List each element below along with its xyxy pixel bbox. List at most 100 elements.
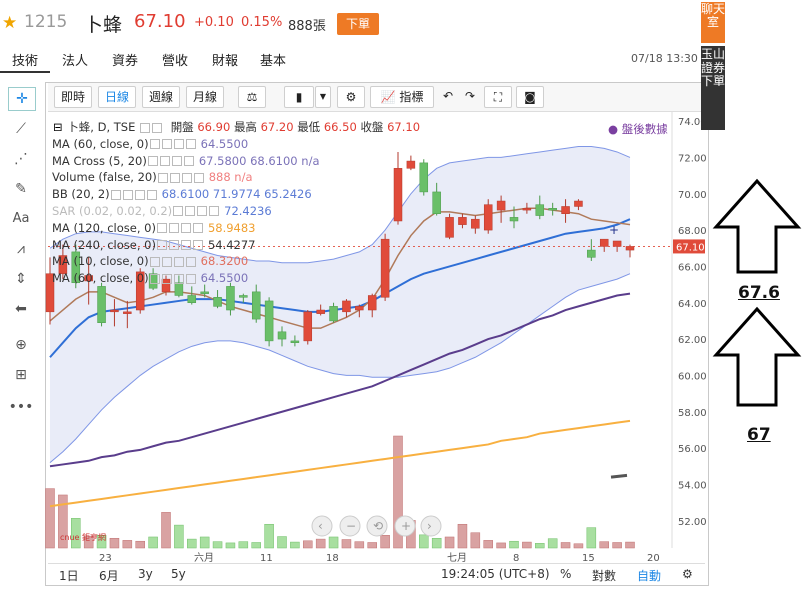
indicator-option-icon[interactable] bbox=[173, 206, 184, 217]
high-label: 最高 bbox=[233, 120, 257, 134]
indicator-option-icon[interactable] bbox=[197, 206, 208, 217]
candle-body bbox=[187, 295, 197, 304]
candle-body bbox=[509, 217, 519, 222]
volume-bar bbox=[174, 524, 184, 549]
range-6m-button[interactable]: 6月 bbox=[99, 567, 119, 584]
indicator-option-icon[interactable] bbox=[185, 206, 196, 217]
candle-body bbox=[432, 191, 441, 214]
indicator-option-icon[interactable] bbox=[209, 206, 220, 217]
range-1d-button[interactable]: 1日 bbox=[59, 567, 79, 584]
indicator-option-icon[interactable] bbox=[146, 189, 157, 200]
indicator-option-icon[interactable] bbox=[171, 156, 182, 167]
volume-bar bbox=[367, 542, 377, 549]
candle-body bbox=[226, 286, 235, 311]
indicator-option-icon[interactable] bbox=[149, 139, 160, 150]
candle-body bbox=[123, 311, 132, 314]
candle-body bbox=[329, 306, 338, 322]
volume-bar bbox=[419, 534, 429, 549]
candle-body bbox=[522, 208, 532, 211]
indicator-option-icon[interactable] bbox=[173, 273, 184, 284]
indicator-option-icon[interactable] bbox=[169, 172, 180, 183]
ma-longest-line bbox=[49, 419, 631, 508]
indicator-option-icon[interactable] bbox=[183, 156, 194, 167]
legend-settings-icon[interactable] bbox=[152, 122, 163, 133]
indicator-option-icon[interactable] bbox=[161, 273, 172, 284]
y-tick-label: 52.00 bbox=[678, 517, 707, 528]
volume-bar bbox=[431, 537, 442, 549]
legend-indicator-row: MA (240, close, 0) 54.4277 bbox=[52, 237, 420, 254]
volume-bar bbox=[212, 541, 223, 549]
volume-bar bbox=[535, 543, 545, 549]
volume-bar bbox=[354, 541, 365, 549]
indicator-option-icon[interactable] bbox=[180, 223, 191, 234]
candle-body bbox=[277, 331, 287, 340]
scroll-right-icon-glyph: › bbox=[427, 519, 432, 533]
candle-body bbox=[561, 206, 570, 214]
percent-scale-button[interactable]: % bbox=[560, 567, 571, 581]
legend-indicator-row: BB (20, 2) 68.6100 71.9774 65.2426 bbox=[52, 186, 420, 203]
indicator-option-icon[interactable] bbox=[193, 172, 204, 183]
range-5y-button[interactable]: 5y bbox=[171, 567, 186, 581]
legend-eye-icon[interactable] bbox=[140, 122, 151, 133]
open-value: 66.90 bbox=[197, 120, 231, 134]
zoom-in-icon-glyph: + bbox=[401, 519, 411, 533]
indicator-option-icon[interactable] bbox=[110, 189, 121, 200]
indicator-option-icon[interactable] bbox=[149, 273, 160, 284]
volume-bar bbox=[315, 538, 326, 549]
volume-bar bbox=[341, 539, 352, 549]
indicator-option-icon[interactable] bbox=[134, 189, 145, 200]
legend-indicator-row: MA (60, close, 0) 64.5500 bbox=[52, 136, 420, 153]
candle-body bbox=[548, 208, 557, 211]
indicator-option-icon[interactable] bbox=[157, 172, 168, 183]
esun-order-button[interactable]: 玉山證券下單 bbox=[701, 46, 725, 130]
indicator-name: MA (120, close, 0) bbox=[52, 220, 156, 235]
indicator-option-icon[interactable] bbox=[149, 256, 160, 267]
volume-bar bbox=[45, 488, 55, 549]
indicator-option-icon[interactable] bbox=[192, 223, 203, 234]
indicator-option-icon[interactable] bbox=[168, 223, 179, 234]
indicator-option-icon[interactable] bbox=[161, 139, 172, 150]
volume-bar bbox=[573, 543, 584, 549]
indicator-option-icon[interactable] bbox=[185, 256, 196, 267]
volume-bar bbox=[625, 541, 635, 549]
indicator-option-icon[interactable] bbox=[156, 223, 167, 234]
indicator-option-icon[interactable] bbox=[173, 139, 184, 150]
legend-ohlc-row: ⊟ 卜蜂, D, TSE 開盤 66.90 最高 67.20 最低 66.50 … bbox=[52, 119, 420, 136]
indicator-option-icon[interactable] bbox=[185, 273, 196, 284]
price-marker-dash bbox=[610, 473, 628, 479]
candle-body bbox=[367, 295, 377, 311]
scroll-left-icon-glyph: ‹ bbox=[318, 519, 323, 533]
legend-collapse-icon[interactable]: ⊟ bbox=[53, 119, 63, 136]
range-3y-button[interactable]: 3y bbox=[138, 567, 153, 581]
zoom-out-icon-glyph: − bbox=[346, 519, 356, 533]
volume-bar bbox=[380, 535, 390, 549]
indicator-option-icon[interactable] bbox=[181, 172, 192, 183]
indicator-option-icon[interactable] bbox=[192, 240, 203, 251]
log-scale-button[interactable]: 對數 bbox=[592, 567, 616, 584]
indicator-option-icon[interactable] bbox=[185, 139, 196, 150]
indicator-option-icon[interactable] bbox=[159, 156, 170, 167]
volume-bar bbox=[303, 540, 313, 549]
chart-settings-gear-icon[interactable]: ⚙ bbox=[682, 567, 693, 581]
auto-scale-button[interactable]: 自動 bbox=[637, 567, 661, 584]
y-tick-label: 62.00 bbox=[678, 335, 707, 346]
price-chart[interactable]: 74.0072.0070.0068.0066.0064.0062.0060.00… bbox=[0, 0, 805, 600]
indicator-option-icon[interactable] bbox=[156, 240, 167, 251]
indicator-option-icon[interactable] bbox=[122, 189, 133, 200]
annotation-lower-value: 67 bbox=[747, 425, 771, 445]
indicator-option-icon[interactable] bbox=[180, 240, 191, 251]
candle-body bbox=[535, 204, 545, 216]
volume-bar bbox=[509, 540, 519, 549]
volume-bar bbox=[122, 540, 133, 549]
after-hours-link[interactable]: ● 盤後數據 bbox=[608, 121, 668, 137]
volume-bar bbox=[187, 538, 197, 549]
indicator-option-icon[interactable] bbox=[161, 256, 172, 267]
volume-bar bbox=[161, 512, 171, 549]
indicator-option-icon[interactable] bbox=[173, 256, 184, 267]
indicator-option-icon[interactable] bbox=[147, 156, 158, 167]
candle-body bbox=[445, 217, 454, 238]
volume-bar bbox=[496, 542, 506, 549]
chat-room-button[interactable]: 聊天室 bbox=[701, 2, 725, 43]
legend-indicator-row: MA (10, close, 0) 68.3200 bbox=[52, 253, 420, 270]
indicator-option-icon[interactable] bbox=[168, 240, 179, 251]
